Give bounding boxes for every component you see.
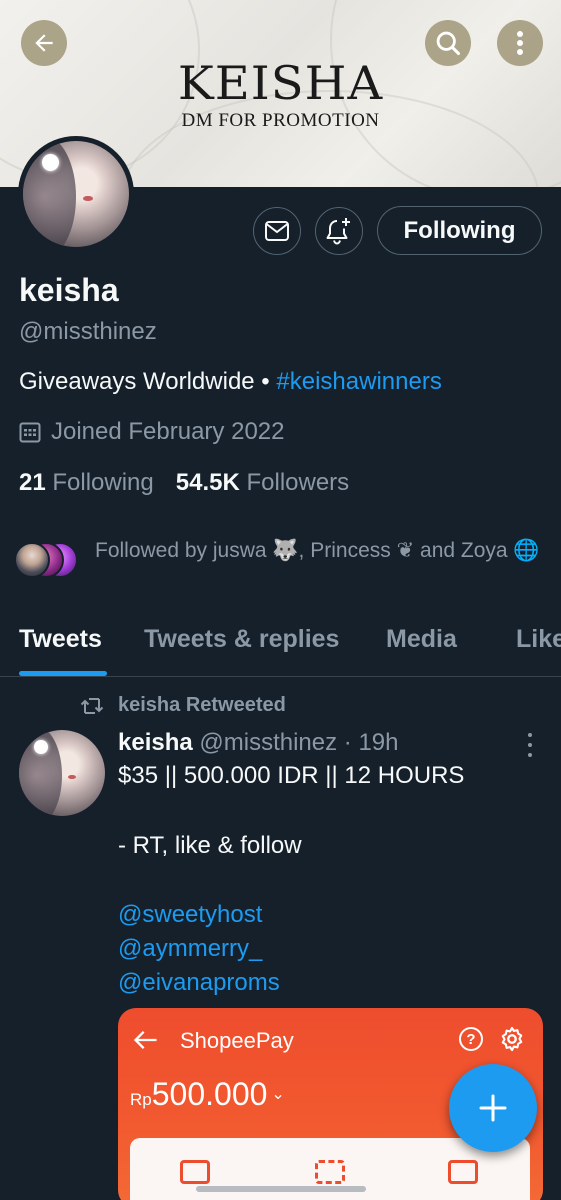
media-balance: Rp500.000 ⌄	[130, 1076, 285, 1113]
mail-icon	[265, 221, 289, 241]
mention-link[interactable]: @sweetyhost	[118, 901, 262, 929]
search-button[interactable]	[425, 20, 471, 66]
following-button[interactable]: Following	[377, 206, 542, 255]
profile-avatar[interactable]	[18, 136, 134, 252]
tweet-author-meta: @missthinez · 19h	[199, 729, 399, 756]
mention-link[interactable]: @aymmerry_	[118, 935, 262, 963]
tab-tweets[interactable]: Tweets	[19, 625, 102, 654]
banner-brand: KEISHA DM FOR PROMOTION	[0, 60, 561, 132]
join-date: Joined February 2022	[19, 418, 284, 446]
banner-brand-name: KEISHA	[177, 57, 384, 111]
followers-you-know-avatars	[14, 542, 94, 580]
message-button[interactable]	[253, 207, 301, 255]
notifications-button[interactable]	[315, 207, 363, 255]
plus-icon	[479, 1094, 507, 1122]
media-app-title: ShopeePay	[180, 1028, 294, 1053]
retweet-icon	[80, 697, 104, 714]
bio-hashtag-link[interactable]: #keishawinners	[276, 368, 441, 395]
profile-tabs: Tweets Tweets & replies Media Likes	[0, 605, 561, 677]
followed-by-text: Followed by juswa 🐺, Princess ❦ and Zoya…	[95, 539, 540, 562]
followers-label: Followers	[246, 469, 350, 496]
display-name: keisha	[19, 272, 119, 308]
join-date-text: Joined February 2022	[51, 418, 285, 445]
media-currency: Rp	[130, 1090, 152, 1109]
following-count: 21	[19, 469, 46, 496]
gesture-home-bar[interactable]	[196, 1186, 366, 1192]
back-arrow-icon	[35, 34, 53, 52]
media-amount: 500.000	[151, 1076, 268, 1112]
back-arrow-icon	[133, 1031, 157, 1049]
mention-link[interactable]: @eivanaproms	[118, 969, 280, 997]
avatar	[14, 542, 50, 578]
retweet-label: keisha Retweeted	[118, 694, 286, 716]
tweet-author-name[interactable]: keisha	[118, 729, 193, 756]
tweet-more-button[interactable]	[520, 730, 540, 760]
scan-icon	[315, 1160, 345, 1184]
bell-plus-icon	[326, 218, 350, 245]
wallet-icon	[180, 1160, 210, 1184]
tab-likes[interactable]: Likes	[516, 625, 561, 654]
calendar-icon	[19, 422, 41, 443]
followers-count: 54.5K	[175, 469, 240, 496]
tweet-text-line: - RT, like & follow	[118, 832, 302, 859]
help-icon: ?	[459, 1027, 483, 1051]
followers-count-link[interactable]: 54.5K Followers	[176, 469, 349, 496]
bio: Giveaways Worldwide • #keishawinners	[19, 368, 442, 396]
more-vertical-icon	[517, 31, 523, 55]
retweet-context: keisha Retweeted	[80, 694, 286, 717]
gear-icon	[501, 1026, 523, 1052]
tab-tweets-and-replies[interactable]: Tweets & replies	[144, 625, 339, 654]
search-icon	[436, 31, 461, 56]
active-tab-indicator	[19, 671, 107, 676]
qr-code-icon	[448, 1160, 478, 1184]
compose-tweet-button[interactable]	[449, 1064, 537, 1152]
following-label: Following	[52, 469, 154, 496]
chevron-down-icon: ⌄	[271, 1086, 285, 1103]
back-button[interactable]	[21, 20, 67, 66]
bio-text: Giveaways Worldwide •	[19, 368, 277, 395]
tab-media[interactable]: Media	[386, 625, 457, 654]
more-options-button[interactable]	[497, 20, 543, 66]
following-count-link[interactable]: 21 Following	[19, 469, 154, 496]
banner-brand-tagline: DM FOR PROMOTION	[181, 110, 380, 131]
follow-counts: 21 Following 54.5K Followers	[19, 469, 349, 497]
user-handle: @missthinez	[19, 318, 157, 345]
tweet-text-line: $35 || 500.000 IDR || 12 HOURS	[118, 762, 465, 789]
tweet-header: keisha @missthinez · 19h	[118, 729, 399, 757]
tweet-author-avatar[interactable]	[19, 730, 105, 816]
